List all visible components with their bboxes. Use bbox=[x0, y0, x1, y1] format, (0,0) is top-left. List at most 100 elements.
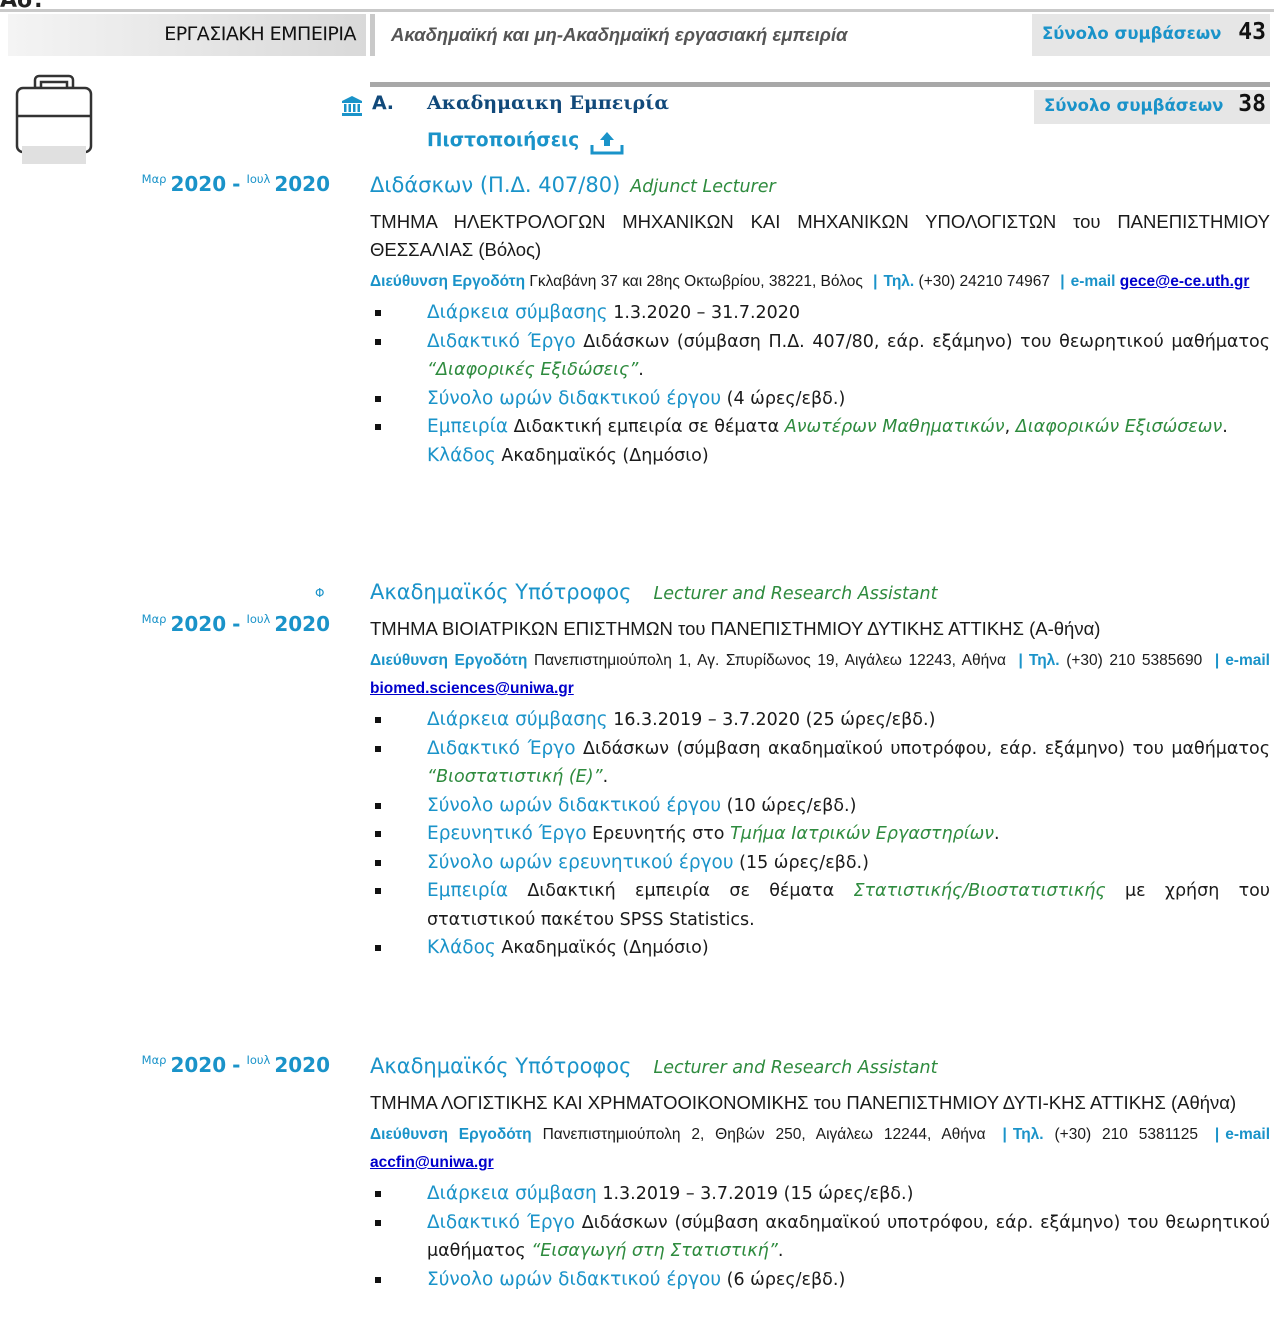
position-name: Ακαδημαϊκός Υπότροφος bbox=[370, 1054, 632, 1078]
from-month: Μαρ bbox=[141, 172, 167, 186]
item-text: 1.3.2019 – 3.7.2019 (15 ώρες/εβδ.) bbox=[602, 1184, 914, 1204]
email-label: e-mail bbox=[1225, 652, 1270, 669]
briefcase-icon bbox=[14, 64, 94, 169]
date-dash: - bbox=[232, 612, 241, 636]
item-key: Κλάδος bbox=[427, 937, 496, 958]
certificates-link[interactable]: Πιστοποιήσεις bbox=[427, 130, 579, 151]
list-item: Εμπειρία Διδακτική εμπειρία σε θέματα Στ… bbox=[370, 877, 1270, 934]
address-label: Διεύθυνση Εργοδότη bbox=[370, 1126, 532, 1143]
list-item: Διδακτικό Έργο Διδάσκων (σύμβαση Π.Δ. 40… bbox=[370, 328, 1270, 385]
subsection-letter: Α. bbox=[372, 92, 394, 114]
item-key: Διδακτικό Έργο bbox=[427, 1211, 575, 1233]
contact-separator: | bbox=[873, 273, 878, 290]
phone-label: Τηλ. bbox=[1012, 1126, 1044, 1143]
email-label: e-mail bbox=[1070, 273, 1116, 290]
item-text: (6 ώρες/εβδ.) bbox=[726, 1269, 846, 1290]
item-text: 16.3.2019 – 3.7.2020 (25 ώρες/εβδ.) bbox=[613, 710, 936, 730]
department: ΤΜΗΜΑ ΗΛΕΚΤΡΟΛΟΓΩΝ ΜΗΧΑΝΙΚΩΝ ΚΑΙ ΜΗΧΑΝΙΚ… bbox=[370, 211, 1270, 260]
position-title-en: Lecturer and Research Assistant bbox=[653, 584, 938, 604]
to-month: Ιουλ bbox=[246, 612, 271, 626]
position-title: Ακαδημαϊκός Υπότροφος Lecturer and Resear… bbox=[370, 1049, 1270, 1083]
employer-contact: Διεύθυνση Εργοδότη Γκλαβάνη 37 και 28ης … bbox=[370, 268, 1270, 296]
item-text: (15 ώρες/εβδ.) bbox=[739, 852, 869, 873]
subsection-total-value: 38 bbox=[1238, 91, 1266, 117]
item-emphasis: “Εισαγωγή στη Στατιστική” bbox=[531, 1241, 778, 1261]
department: ΤΜΗΜΑ ΛΟΓΙΣΤΙΚΗΣ ΚΑΙ ΧΡΗΜΑΤΟΟΙΚΟΝΟΜΙΚΗΣ … bbox=[370, 1092, 1237, 1113]
to-year: 2020 bbox=[274, 1053, 330, 1077]
address-label: Διεύθυνση Εργοδότη bbox=[370, 273, 526, 290]
email-link[interactable]: biomed.sciences@uniwa.gr bbox=[370, 680, 574, 697]
list-item: Διάρκεια σύμβαση 1.3.2019 – 3.7.2019 (15… bbox=[370, 1180, 1270, 1209]
subsection-total-label: Σύνολο συμβάσεων bbox=[1044, 96, 1224, 115]
top-divider bbox=[0, 9, 1274, 12]
email-link[interactable]: accfin@uniwa.gr bbox=[370, 1154, 494, 1171]
item-key: Διδακτικό Έργο bbox=[427, 330, 576, 352]
details-list: Διάρκεια σύμβασης 1.3.2020 – 31.7.2020 Δ… bbox=[370, 299, 1270, 470]
item-emphasis: Διαφορικών Εξισώσεων bbox=[1015, 417, 1223, 437]
list-item: Διάρκεια σύμβασης 1.3.2020 – 31.7.2020 bbox=[370, 299, 1270, 328]
list-item: Κλάδος Ακαδημαϊκός (Δημόσιο) bbox=[370, 934, 1270, 963]
total-contracts-value: 43 bbox=[1238, 19, 1266, 45]
department: ΤΜΗΜΑ ΒΙΟΙΑΤΡΙΚΩΝ ΕΠΙΣΤΗΜΩΝ του ΠΑΝΕΠΙΣΤ… bbox=[370, 618, 1101, 639]
item-text: 1.3.2020 – 31.7.2020 bbox=[613, 303, 801, 323]
item-text: Ακαδημαϊκός (Δημόσιο) bbox=[501, 445, 709, 466]
contact-separator: | bbox=[1214, 652, 1220, 669]
phone: (+30) 210 5381125 bbox=[1054, 1126, 1198, 1143]
position-title: Ακαδημαϊκός Υπότροφος Lecturer and Resear… bbox=[370, 575, 1270, 609]
from-year: 2020 bbox=[170, 172, 227, 196]
position-name: Διδάσκων (Π.Δ. 407/80) bbox=[370, 173, 621, 197]
to-year: 2020 bbox=[274, 612, 330, 636]
item-key: Σύνολο ωρών διδακτικού έργου bbox=[427, 1268, 722, 1290]
position-title: Διδάσκων (Π.Δ. 407/80) Adjunct Lecturer bbox=[370, 168, 1270, 202]
header-separator bbox=[370, 14, 375, 56]
subsection-header: Α. Ακαδημαικη Εμπειρία Σύνολο συμβάσεων … bbox=[370, 82, 1274, 126]
item-key: Διάρκεια σύμβασης bbox=[427, 302, 608, 323]
item-text: (10 ώρες/εβδ.) bbox=[726, 795, 857, 816]
date-range: Μαρ 2020- Ιουλ 2020 bbox=[0, 1053, 330, 1077]
academy-icon bbox=[340, 94, 364, 123]
email-link[interactable]: gece@e-ce.uth.gr bbox=[1120, 273, 1250, 290]
to-month: Ιουλ bbox=[246, 1053, 271, 1067]
phone-label: Τηλ. bbox=[1028, 652, 1060, 669]
phone: (+30) 24210 74967 bbox=[918, 273, 1050, 290]
section-subtitle: Ακαδημαϊκή και μη-Ακαδημαϊκή εργασιακή ε… bbox=[391, 24, 848, 45]
experience-entry: Ακαδημαϊκός Υπότροφος Lecturer and Resear… bbox=[370, 575, 1270, 963]
item-emphasis: Ανωτέρων Μαθηματικών bbox=[784, 417, 1005, 437]
list-item: Σύνολο ωρών διδακτικού έργου (10 ώρες/εβ… bbox=[370, 792, 1270, 821]
date-range: Μαρ 2020- Ιουλ 2020 bbox=[0, 612, 330, 636]
item-mid: , bbox=[1004, 417, 1011, 437]
position-title-en: Adjunct Lecturer bbox=[630, 177, 776, 197]
item-text: Ακαδημαϊκός (Δημόσιο) bbox=[501, 938, 709, 958]
phone: (+30) 210 5385690 bbox=[1066, 652, 1203, 669]
section-title: ΕΡΓΑΣΙΑΚΗ ΕΜΠΕΙΡΙΑ bbox=[164, 23, 356, 45]
item-key: Εμπειρία bbox=[427, 416, 509, 437]
item-emphasis: Τμήμα Ιατρικών Εργαστηρίων bbox=[730, 824, 995, 844]
item-emphasis: Στατιστικής/Βιοστατιστικής bbox=[853, 881, 1106, 901]
to-year: 2020 bbox=[274, 172, 330, 196]
item-key: Διάρκεια σύμβασης bbox=[427, 709, 608, 730]
item-tail: . bbox=[1222, 417, 1228, 437]
from-year: 2020 bbox=[170, 1053, 227, 1077]
list-item: Σύνολο ωρών διδακτικού έργου (4 ώρες/εβδ… bbox=[370, 385, 1270, 414]
contact-separator: | bbox=[1002, 1126, 1007, 1143]
item-tail: . bbox=[602, 767, 609, 787]
section-tab: ΕΡΓΑΣΙΑΚΗ ΕΜΠΕΙΡΙΑ bbox=[8, 14, 366, 56]
from-month: Μαρ bbox=[141, 1053, 167, 1067]
experience-entry: Ακαδημαϊκός Υπότροφος Lecturer and Resear… bbox=[370, 1049, 1270, 1294]
details-list: Διάρκεια σύμβασης 16.3.2019 – 3.7.2020 (… bbox=[370, 706, 1270, 963]
list-item: Διδακτικό Έργο Διδάσκων (σύμβαση ακαδημα… bbox=[370, 735, 1270, 792]
upload-icon[interactable] bbox=[590, 131, 624, 160]
contact-separator: | bbox=[1018, 652, 1023, 669]
list-item: Σύνολο ωρών διδακτικού έργου (6 ώρες/εβδ… bbox=[370, 1266, 1270, 1295]
subsection-total-box: Σύνολο συμβάσεων 38 bbox=[1034, 90, 1270, 124]
item-text: Διδακτική εμπειρία σε θέματα bbox=[513, 417, 780, 437]
experience-entry: Διδάσκων (Π.Δ. 407/80) Adjunct Lecturer Τ… bbox=[370, 168, 1270, 470]
address: Πανεπιστημιούπολη 1, Αγ. Σπυρίδωνος 19, … bbox=[533, 652, 1006, 669]
position-title-en: Lecturer and Research Assistant bbox=[653, 1058, 938, 1078]
list-item: Σύνολο ωρών ερευνητικού έργου (15 ώρες/ε… bbox=[370, 849, 1270, 878]
subsection-title: Ακαδημαικη Εμπειρία bbox=[427, 92, 669, 114]
details-list: Διάρκεια σύμβαση 1.3.2019 – 3.7.2019 (15… bbox=[370, 1180, 1270, 1294]
contact-separator: | bbox=[1060, 273, 1065, 290]
email-label: e-mail bbox=[1225, 1126, 1271, 1143]
item-emphasis: “Διαφορικές Εξιδώσεις” bbox=[427, 360, 639, 380]
